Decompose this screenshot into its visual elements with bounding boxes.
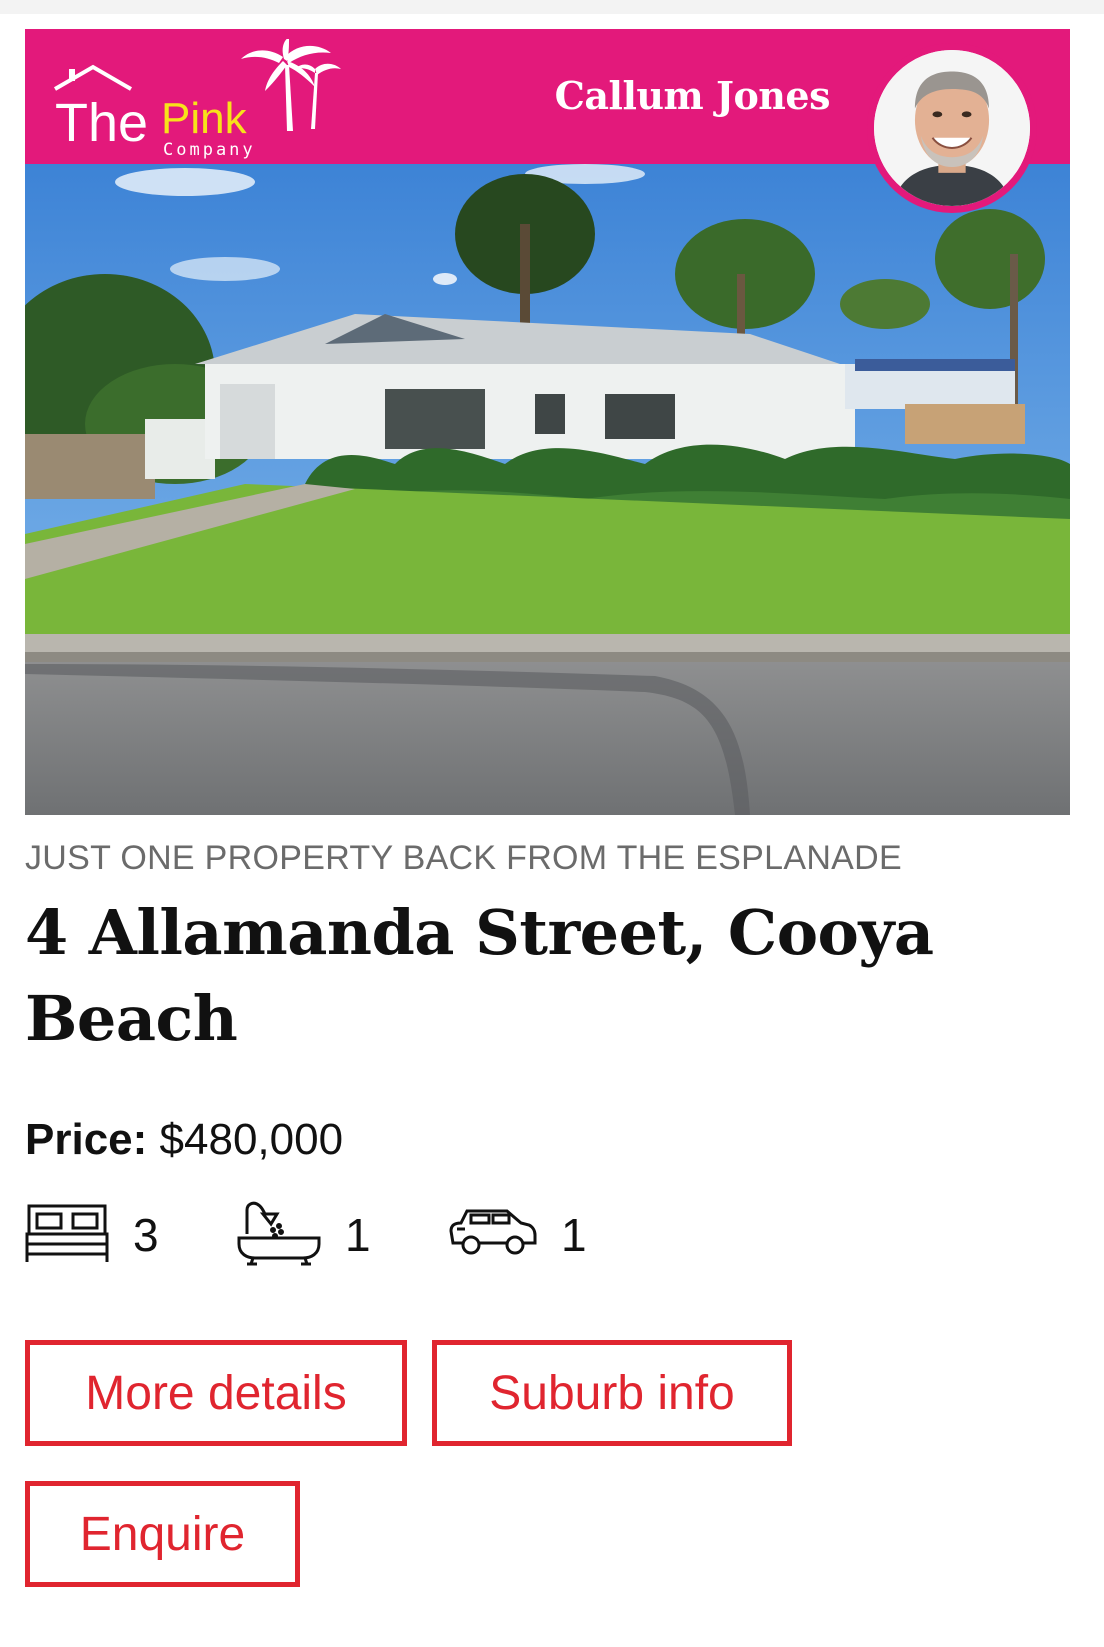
- more-details-button[interactable]: More details: [25, 1340, 407, 1446]
- parking-feature: 1: [447, 1200, 587, 1270]
- price-value: $480,000: [159, 1115, 344, 1164]
- agent-avatar[interactable]: [867, 43, 1037, 213]
- agent-name: Callum Jones: [554, 73, 831, 118]
- bedrooms-count: 3: [133, 1209, 159, 1261]
- suburb-info-button[interactable]: Suburb info: [432, 1340, 792, 1446]
- bath-icon: [237, 1200, 321, 1271]
- price-label: Price:: [25, 1115, 148, 1164]
- svg-text:Company: Company: [163, 140, 256, 159]
- listing-tagline: JUST ONE PROPERTY BACK FROM THE ESPLANAD…: [25, 839, 902, 877]
- top-divider: [0, 0, 1104, 14]
- company-logo[interactable]: The Pink Company: [53, 39, 343, 159]
- enquire-button[interactable]: Enquire: [25, 1481, 300, 1587]
- svg-text:Pink: Pink: [161, 94, 248, 143]
- property-photo[interactable]: [25, 164, 1070, 815]
- bathrooms-count: 1: [345, 1209, 371, 1261]
- bed-icon: [25, 1202, 109, 1269]
- listing-card[interactable]: The Pink Company Callum Jones: [25, 29, 1070, 815]
- brand-header: The Pink Company Callum Jones: [25, 29, 1070, 213]
- listing-address[interactable]: 4 Allamanda Street, Cooya Beach: [25, 890, 1065, 1062]
- bathrooms-feature: 1: [237, 1200, 371, 1270]
- bedrooms-feature: 3: [25, 1200, 159, 1270]
- listing-price: Price: $480,000: [25, 1115, 343, 1165]
- car-icon: [447, 1205, 537, 1266]
- svg-text:The: The: [55, 93, 148, 153]
- parking-count: 1: [561, 1209, 587, 1261]
